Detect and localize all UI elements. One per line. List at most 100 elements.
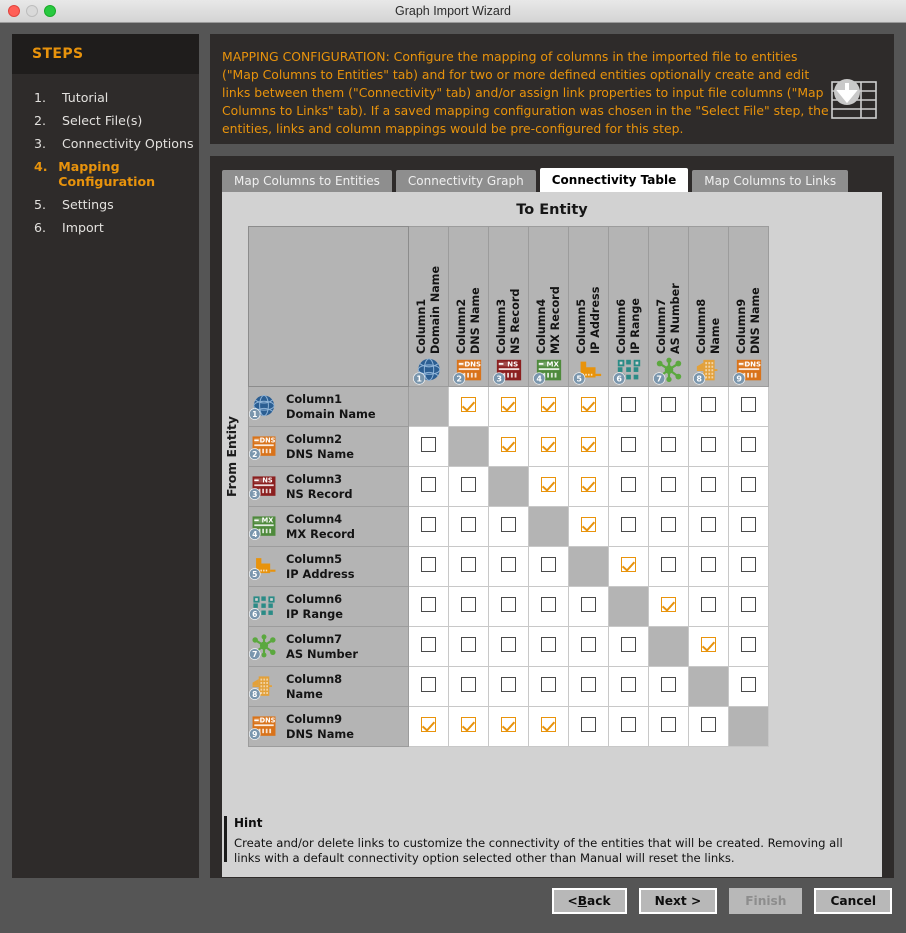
matrix-cell[interactable] bbox=[648, 386, 689, 427]
matrix-cell[interactable] bbox=[528, 586, 569, 627]
sidebar-item-select-file-s[interactable]: 2. Select File(s) bbox=[12, 109, 199, 132]
checkbox-checked[interactable] bbox=[501, 437, 516, 452]
checkbox-checked[interactable] bbox=[661, 597, 676, 612]
next-button[interactable]: Next > bbox=[638, 888, 718, 914]
checkbox-unchecked[interactable] bbox=[661, 437, 676, 452]
matrix-cell[interactable] bbox=[728, 546, 769, 587]
matrix-cell[interactable] bbox=[448, 626, 489, 667]
matrix-cell[interactable] bbox=[728, 586, 769, 627]
matrix-cell[interactable] bbox=[568, 586, 609, 627]
checkbox-unchecked[interactable] bbox=[421, 477, 436, 492]
checkbox-unchecked[interactable] bbox=[621, 517, 636, 532]
matrix-cell[interactable] bbox=[408, 426, 449, 467]
checkbox-unchecked[interactable] bbox=[461, 637, 476, 652]
checkbox-checked[interactable] bbox=[461, 397, 476, 412]
matrix-cell[interactable] bbox=[688, 586, 729, 627]
matrix-cell[interactable] bbox=[608, 626, 649, 667]
checkbox-unchecked[interactable] bbox=[741, 677, 756, 692]
checkbox-checked[interactable] bbox=[501, 717, 516, 732]
checkbox-unchecked[interactable] bbox=[621, 677, 636, 692]
matrix-cell[interactable] bbox=[728, 666, 769, 707]
matrix-cell[interactable] bbox=[408, 586, 449, 627]
matrix-cell[interactable] bbox=[608, 506, 649, 547]
checkbox-checked[interactable] bbox=[421, 717, 436, 732]
checkbox-checked[interactable] bbox=[541, 477, 556, 492]
tab-map-columns-to-entities[interactable]: Map Columns to Entities bbox=[222, 170, 392, 192]
checkbox-unchecked[interactable] bbox=[621, 717, 636, 732]
matrix-cell[interactable] bbox=[528, 626, 569, 667]
matrix-cell[interactable] bbox=[568, 506, 609, 547]
checkbox-unchecked[interactable] bbox=[701, 557, 716, 572]
checkbox-unchecked[interactable] bbox=[701, 597, 716, 612]
matrix-cell[interactable] bbox=[488, 666, 529, 707]
matrix-cell[interactable] bbox=[488, 426, 529, 467]
checkbox-unchecked[interactable] bbox=[701, 397, 716, 412]
matrix-cell[interactable] bbox=[528, 426, 569, 467]
matrix-cell[interactable] bbox=[608, 386, 649, 427]
checkbox-unchecked[interactable] bbox=[581, 637, 596, 652]
checkbox-unchecked[interactable] bbox=[701, 517, 716, 532]
matrix-cell[interactable] bbox=[408, 546, 449, 587]
checkbox-unchecked[interactable] bbox=[581, 597, 596, 612]
checkbox-unchecked[interactable] bbox=[661, 517, 676, 532]
matrix-cell[interactable] bbox=[688, 506, 729, 547]
close-button[interactable] bbox=[8, 5, 20, 17]
matrix-cell[interactable] bbox=[408, 666, 449, 707]
checkbox-checked[interactable] bbox=[581, 477, 596, 492]
cancel-button[interactable]: Cancel bbox=[814, 888, 892, 914]
matrix-cell[interactable] bbox=[488, 506, 529, 547]
checkbox-unchecked[interactable] bbox=[461, 557, 476, 572]
tab-connectivity-table[interactable]: Connectivity Table bbox=[539, 168, 689, 192]
matrix-cell[interactable] bbox=[448, 386, 489, 427]
matrix-cell[interactable] bbox=[448, 506, 489, 547]
matrix-cell[interactable] bbox=[528, 706, 569, 747]
checkbox-unchecked[interactable] bbox=[541, 557, 556, 572]
checkbox-unchecked[interactable] bbox=[741, 397, 756, 412]
matrix-cell[interactable] bbox=[648, 426, 689, 467]
checkbox-unchecked[interactable] bbox=[661, 717, 676, 732]
checkbox-checked[interactable] bbox=[541, 437, 556, 452]
checkbox-unchecked[interactable] bbox=[581, 677, 596, 692]
checkbox-unchecked[interactable] bbox=[621, 437, 636, 452]
matrix-cell[interactable] bbox=[528, 546, 569, 587]
matrix-cell[interactable] bbox=[648, 466, 689, 507]
checkbox-unchecked[interactable] bbox=[661, 477, 676, 492]
matrix-cell[interactable] bbox=[408, 506, 449, 547]
checkbox-checked[interactable] bbox=[541, 717, 556, 732]
matrix-cell[interactable] bbox=[488, 546, 529, 587]
matrix-cell[interactable] bbox=[528, 386, 569, 427]
matrix-cell[interactable] bbox=[448, 706, 489, 747]
tab-connectivity-graph[interactable]: Connectivity Graph bbox=[395, 170, 536, 192]
checkbox-unchecked[interactable] bbox=[461, 517, 476, 532]
checkbox-unchecked[interactable] bbox=[661, 677, 676, 692]
matrix-cell[interactable] bbox=[568, 426, 609, 467]
tab-map-columns-to-links[interactable]: Map Columns to Links bbox=[692, 170, 849, 192]
matrix-cell[interactable] bbox=[688, 706, 729, 747]
checkbox-unchecked[interactable] bbox=[461, 677, 476, 692]
matrix-cell[interactable] bbox=[408, 626, 449, 667]
sidebar-item-connectivity-options[interactable]: 3. Connectivity Options bbox=[12, 132, 199, 155]
matrix-cell[interactable] bbox=[648, 586, 689, 627]
checkbox-unchecked[interactable] bbox=[741, 477, 756, 492]
checkbox-unchecked[interactable] bbox=[701, 717, 716, 732]
matrix-cell[interactable] bbox=[448, 546, 489, 587]
checkbox-unchecked[interactable] bbox=[421, 557, 436, 572]
matrix-cell[interactable] bbox=[648, 546, 689, 587]
sidebar-item-tutorial[interactable]: 1. Tutorial bbox=[12, 86, 199, 109]
matrix-cell[interactable] bbox=[568, 466, 609, 507]
matrix-cell[interactable] bbox=[448, 586, 489, 627]
matrix-cell[interactable] bbox=[488, 706, 529, 747]
checkbox-unchecked[interactable] bbox=[661, 557, 676, 572]
checkbox-unchecked[interactable] bbox=[421, 597, 436, 612]
checkbox-unchecked[interactable] bbox=[501, 637, 516, 652]
sidebar-item-mapping-configuration[interactable]: 4. Mapping Configuration bbox=[12, 155, 199, 193]
back-button[interactable]: < Back bbox=[551, 888, 627, 914]
checkbox-unchecked[interactable] bbox=[701, 477, 716, 492]
matrix-cell[interactable] bbox=[568, 666, 609, 707]
matrix-cell[interactable] bbox=[608, 426, 649, 467]
matrix-cell[interactable] bbox=[448, 466, 489, 507]
matrix-cell[interactable] bbox=[488, 586, 529, 627]
matrix-cell[interactable] bbox=[488, 626, 529, 667]
checkbox-unchecked[interactable] bbox=[501, 597, 516, 612]
matrix-cell[interactable] bbox=[448, 666, 489, 707]
